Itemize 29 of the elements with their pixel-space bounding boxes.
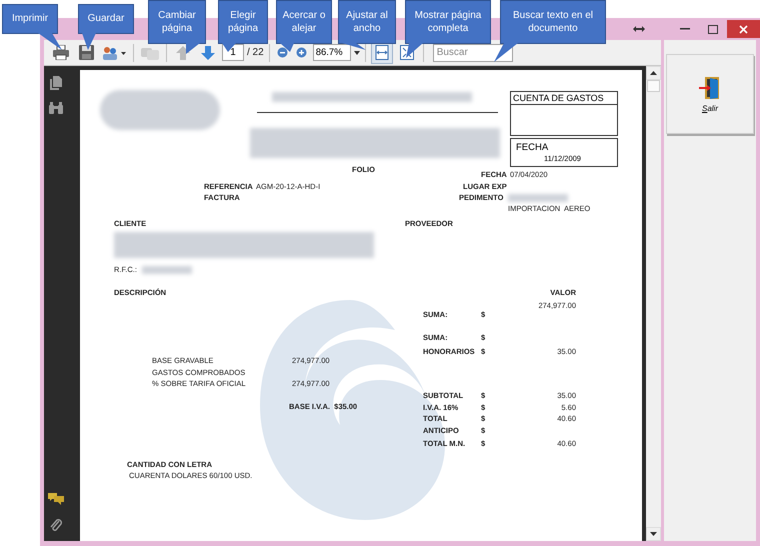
exit-button[interactable]: Salir (666, 54, 754, 134)
redacted-pedimento (508, 194, 568, 202)
callout-pointer (38, 33, 62, 50)
scroll-up-icon[interactable] (646, 66, 661, 80)
document-title: CUENTA DE GASTOS (511, 92, 617, 105)
callout: Guardar (78, 4, 134, 34)
comments-icon[interactable] (48, 492, 64, 505)
callout: Elegir página (218, 0, 268, 44)
callout-pointer (186, 43, 200, 54)
callout-pointer (494, 43, 518, 62)
binoculars-icon[interactable] (49, 102, 63, 114)
callout: Buscar texto en el documento (500, 0, 606, 44)
exit-door-icon (699, 76, 721, 100)
date-label: FECHA (516, 142, 548, 153)
scroll-thumb[interactable] (647, 80, 660, 92)
paperclip-icon[interactable] (49, 517, 63, 533)
redacted-rfc (142, 266, 192, 274)
callout: Acercar o alejar (276, 0, 332, 44)
callout: Cambiar página (148, 0, 206, 44)
callout-pointer (280, 43, 294, 52)
page-total: / 22 (247, 47, 264, 58)
zoom-field[interactable]: 86.7% (312, 44, 351, 61)
callout-pointer (406, 43, 423, 58)
callout-pointer (82, 33, 96, 50)
callout-pointer (342, 43, 366, 50)
scroll-down-icon[interactable] (646, 527, 661, 541)
callout: Mostrar página completa (405, 0, 491, 44)
close-icon[interactable] (727, 20, 760, 38)
pages-icon[interactable] (50, 76, 62, 90)
